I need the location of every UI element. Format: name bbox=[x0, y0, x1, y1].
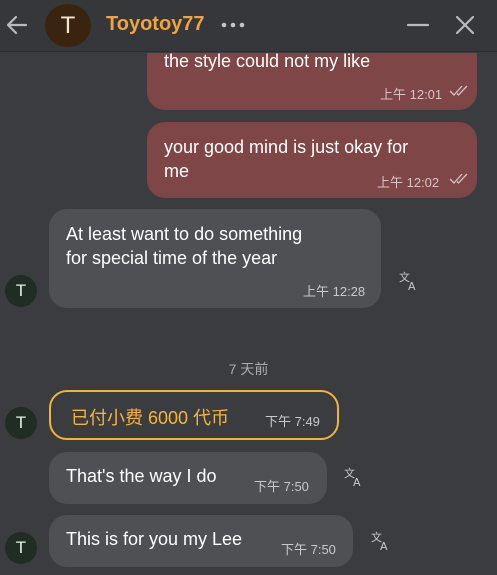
minimize-icon[interactable] bbox=[405, 12, 431, 38]
svg-text:A: A bbox=[408, 280, 416, 292]
incoming-message[interactable]: That's the way I do 下午 7:50 bbox=[49, 452, 327, 504]
message-text-line: me bbox=[164, 161, 190, 181]
incoming-message[interactable]: This is for you my Lee 下午 7:50 bbox=[49, 515, 353, 567]
svg-text:A: A bbox=[380, 540, 388, 552]
message-time: 下午 7:50 bbox=[254, 479, 309, 494]
message-text-line: your good mind is just okay for bbox=[164, 137, 409, 157]
tip-amount-text: 已付小费 6000 代币 bbox=[71, 408, 230, 428]
outgoing-message[interactable]: your good mind is just okay for me 上午 12… bbox=[147, 122, 477, 198]
message-time: 上午 12:02 bbox=[377, 175, 440, 190]
contact-name[interactable]: Toyotoy77 bbox=[106, 13, 205, 36]
message-text: the style could not my like bbox=[164, 53, 371, 71]
message-time: 下午 7:49 bbox=[265, 414, 320, 429]
more-options-icon[interactable] bbox=[220, 16, 246, 34]
message-time: 上午 12:28 bbox=[303, 284, 366, 299]
translate-icon[interactable]: 文 A bbox=[398, 270, 420, 292]
sender-avatar[interactable]: T bbox=[5, 407, 37, 439]
close-icon[interactable] bbox=[452, 12, 478, 38]
message-list[interactable]: the style could not my like 上午 12:01 you… bbox=[0, 53, 497, 575]
message-text: This is for you my Lee bbox=[66, 529, 243, 549]
message-time: 下午 7:50 bbox=[281, 542, 336, 557]
message-time: 上午 12:01 bbox=[380, 87, 443, 102]
read-double-check-icon bbox=[449, 85, 468, 96]
svg-text:A: A bbox=[353, 476, 361, 488]
sender-avatar[interactable]: T bbox=[5, 532, 37, 564]
outgoing-message[interactable]: the style could not my like 上午 12:01 bbox=[147, 53, 477, 110]
message-text-line: At least want to do something bbox=[66, 224, 303, 244]
message-text: That's the way I do bbox=[66, 466, 217, 486]
read-double-check-icon bbox=[449, 173, 468, 184]
tip-message[interactable]: 已付小费 6000 代币 下午 7:49 bbox=[49, 390, 339, 440]
chat-header: T Toyotoy77 bbox=[0, 0, 497, 52]
translate-icon[interactable]: 文 A bbox=[370, 530, 392, 552]
date-separator: 7 天前 bbox=[228, 361, 269, 377]
sender-avatar[interactable]: T bbox=[5, 275, 37, 307]
translate-icon[interactable]: 文 A bbox=[343, 466, 365, 488]
incoming-message[interactable]: At least want to do something for specia… bbox=[49, 209, 381, 308]
message-text-line: for special time of the year bbox=[66, 248, 278, 268]
back-arrow-icon[interactable] bbox=[4, 12, 30, 38]
contact-avatar[interactable]: T bbox=[45, 4, 91, 47]
